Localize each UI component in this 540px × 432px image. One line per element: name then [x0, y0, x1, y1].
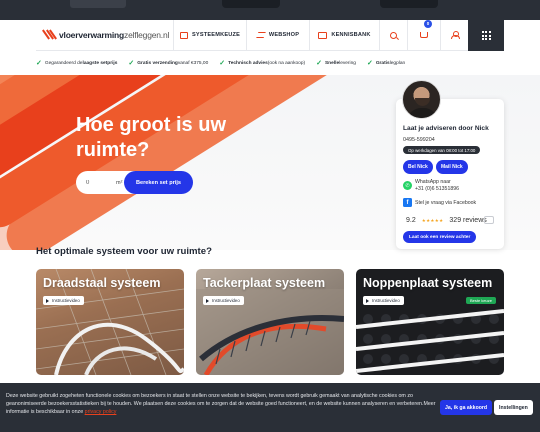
cart-icon [420, 32, 428, 38]
nav-label: WEBSHOP [268, 32, 300, 38]
hero-title: Hoe groot is uw ruimte? [76, 114, 226, 161]
account-button[interactable] [441, 20, 468, 51]
call-button[interactable]: Bel Nick [403, 160, 433, 174]
book-icon [318, 31, 328, 39]
privacy-policy-link[interactable]: privacy policy [85, 409, 117, 415]
card-title: Noppenplaat systeem [363, 276, 493, 290]
site-logo[interactable]: vloerverwarmingzelfleggen.nl [36, 19, 174, 51]
nav-label: SYSTEEMKEUZE [191, 32, 241, 38]
logo-text: vloerverwarmingzelfleggen.nl [59, 30, 170, 40]
search-button[interactable] [380, 19, 408, 51]
play-icon [46, 298, 49, 303]
usp-item: ✓ Technisch advies (ook na aankoop) [219, 60, 306, 67]
best-choice-badge: Beste keuze [465, 297, 496, 304]
top-thumbnail[interactable] [222, 0, 280, 8]
play-icon [206, 298, 209, 303]
section-title: Het optimale systeem voor uw ruimte? [36, 246, 212, 257]
user-icon [451, 31, 460, 39]
advisor-card [396, 99, 504, 249]
review-count[interactable]: 329 reviews [449, 217, 486, 224]
whatsapp-number: +31 (0)6 51351896 [415, 185, 459, 192]
leave-review-button[interactable]: Laat ook een review achter [403, 231, 477, 243]
calculate-price-button[interactable]: Bereken set prijs [124, 171, 193, 194]
unit-label: m² [116, 179, 123, 186]
video-button[interactable]: Instructievideo [363, 296, 404, 305]
check-icon: ✓ [219, 60, 226, 67]
advisor-title: Laat je adviseren door Nick [403, 125, 489, 132]
system-card-tackerplaat[interactable]: Tackerplaat systeem Instructievideo [196, 269, 344, 375]
usp-bar: ✓ Gegarandeerd de laagste setprijs ✓ Grati… [36, 57, 504, 69]
card-title: Tackerplaat systeem [203, 276, 326, 290]
usp-item: ✓ Gegarandeerd de laagste setprijs [36, 60, 118, 67]
card-title: Draadstaal systeem [43, 276, 161, 290]
cart-button[interactable]: 0 [408, 19, 441, 51]
system-card-noppenplaat[interactable]: Noppenplaat systeem Instructievideo Best… [356, 269, 504, 375]
facebook-label: Stel je vraag via Facebook [415, 199, 477, 206]
size-calculator: m² Bereken set prijs [76, 171, 193, 194]
cookie-settings-button[interactable]: Instellingen [494, 400, 533, 415]
check-icon: ✓ [366, 60, 373, 67]
logo-icon [42, 29, 57, 41]
menu-grid-button[interactable] [468, 20, 504, 51]
heating-wave-icon [255, 32, 266, 38]
calculator-icon [179, 31, 188, 39]
nav-webshop[interactable]: WEBSHOP [247, 19, 310, 51]
check-icon: ✓ [36, 60, 42, 67]
usp-item: ✓ Snelle levering [316, 60, 356, 67]
nav-systeemkeuze[interactable]: SYSTEEMKEUZE [174, 19, 247, 51]
check-icon: ✓ [316, 60, 322, 67]
avatar [402, 80, 441, 119]
video-button[interactable]: Instructievideo [203, 296, 244, 305]
main-navigation: vloerverwarmingzelfleggen.nl SYSTEEMKEUZ… [36, 19, 504, 51]
chat-icon [484, 216, 494, 224]
check-icon: ✓ [128, 60, 135, 67]
facebook-link[interactable]: f Stel je vraag via Facebook [403, 198, 476, 207]
advisor-phone[interactable]: 0495-599204 [403, 137, 435, 143]
cookie-text: Deze website gebruikt zogeheten function… [6, 393, 436, 416]
star-rating-icon: ★★★★★ [421, 217, 444, 223]
whatsapp-link[interactable]: ✆ WhatsApp naar +31 (0)6 51351896 [403, 179, 459, 192]
mail-button[interactable]: Mail Nick [436, 160, 468, 174]
system-card-draadstaal[interactable]: Draadstaal systeem Instructievideo [36, 269, 184, 375]
top-thumbnail[interactable] [70, 0, 126, 8]
opening-hours-badge: Op werkdagen van 08:00 tot 17:00 [403, 146, 481, 154]
whatsapp-label: WhatsApp naar [415, 179, 451, 185]
play-icon [366, 298, 369, 303]
rating-score: 9.2 [406, 217, 416, 224]
review-rating: 9.2 ★★★★★ 329 reviews [406, 217, 487, 224]
nav-label: KENNISBANK [331, 32, 371, 38]
cookie-accept-button[interactable]: Ja, ik ga akkoord [440, 400, 493, 415]
facebook-icon: f [403, 198, 412, 207]
grid-menu-icon [481, 31, 491, 40]
usp-item: ✓ Gratis legplan [366, 60, 406, 67]
top-thumbnail[interactable] [380, 0, 438, 8]
usp-item: ✓ Gratis verzending vanaf €375,00 [128, 60, 209, 67]
top-strip [0, 0, 540, 20]
whatsapp-icon: ✆ [403, 181, 412, 190]
video-button[interactable]: Instructievideo [43, 296, 84, 305]
cart-count-badge: 0 [424, 19, 432, 28]
nav-kennisbank[interactable]: KENNISBANK [310, 19, 380, 51]
search-icon [390, 31, 397, 39]
